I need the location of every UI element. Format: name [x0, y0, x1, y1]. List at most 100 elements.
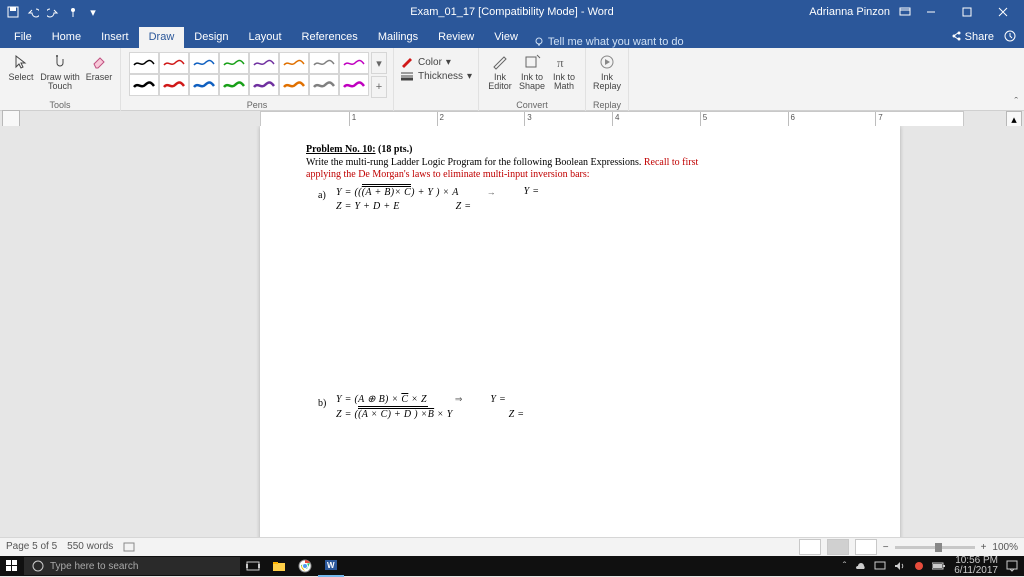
- pen-color-dropdown[interactable]: Color▾: [400, 56, 472, 68]
- select-tool[interactable]: Select: [6, 50, 36, 96]
- tab-review[interactable]: Review: [428, 27, 484, 48]
- pen-swatch[interactable]: [159, 74, 189, 96]
- pen-swatch[interactable]: [189, 74, 219, 96]
- redo-icon[interactable]: [46, 5, 60, 19]
- pen-swatch[interactable]: [309, 74, 339, 96]
- ink-to-shape-button[interactable]: Ink to Shape: [517, 50, 547, 96]
- pen-swatch[interactable]: [219, 74, 249, 96]
- maximize-button[interactable]: [950, 0, 984, 24]
- read-mode-view[interactable]: [799, 539, 821, 555]
- zoom-in-button[interactable]: +: [981, 542, 987, 553]
- zoom-slider[interactable]: [895, 546, 975, 549]
- pen-swatch[interactable]: [249, 52, 279, 74]
- pen-gallery[interactable]: [127, 50, 369, 100]
- problem-text-red-1: Recall to first: [641, 157, 698, 168]
- pen-swatch[interactable]: [219, 52, 249, 74]
- tray-network-icon[interactable]: [874, 561, 886, 571]
- pen-swatch[interactable]: [279, 74, 309, 96]
- tray-volume-icon[interactable]: [894, 561, 906, 571]
- tab-design[interactable]: Design: [184, 27, 238, 48]
- ruler-tick: 7: [875, 112, 876, 126]
- tab-insert[interactable]: Insert: [91, 27, 139, 48]
- ruler-tick: 3: [524, 112, 525, 126]
- ribbon: Select Draw with Touch Eraser Tools ▾ +: [0, 48, 1024, 111]
- collapse-ribbon-button[interactable]: ˆ: [1014, 96, 1018, 108]
- taskbar-app-explorer[interactable]: [266, 556, 292, 576]
- proofing-icon[interactable]: [123, 541, 135, 553]
- horizontal-ruler[interactable]: 1234567: [260, 111, 964, 127]
- share-button[interactable]: Share: [951, 30, 994, 43]
- tab-mailings[interactable]: Mailings: [368, 27, 428, 48]
- taskbar-app-chrome[interactable]: [292, 556, 318, 576]
- start-button[interactable]: [0, 556, 24, 576]
- print-layout-view[interactable]: [827, 539, 849, 555]
- pen-swatch[interactable]: [339, 74, 369, 96]
- taskbar-app-word[interactable]: W: [318, 555, 344, 577]
- tab-view[interactable]: View: [484, 27, 528, 48]
- part-a-z-result: Z =: [456, 201, 472, 214]
- tray-onedrive-icon[interactable]: [854, 561, 866, 571]
- tab-file[interactable]: File: [4, 27, 42, 48]
- minimize-button[interactable]: [914, 0, 948, 24]
- part-a-label: a): [318, 190, 326, 203]
- ruler-tick: 2: [437, 112, 438, 126]
- word-count[interactable]: 550 words: [67, 541, 113, 553]
- pen-swatch[interactable]: [129, 74, 159, 96]
- history-icon[interactable]: [1004, 30, 1016, 42]
- undo-icon[interactable]: [26, 5, 40, 19]
- autosave-icon[interactable]: [6, 5, 20, 19]
- taskbar-search[interactable]: Type here to search: [24, 557, 240, 575]
- part-b-label: b): [318, 398, 326, 411]
- ink-to-math-button[interactable]: π Ink to Math: [549, 50, 579, 96]
- ink-editor-button[interactable]: Ink Editor: [485, 50, 515, 96]
- tray-chevron-up-icon[interactable]: ˆ: [843, 561, 846, 572]
- touch-mode-icon[interactable]: [66, 5, 80, 19]
- close-button[interactable]: [986, 0, 1020, 24]
- tray-date: 6/11/2017: [954, 566, 998, 576]
- pen-swatch[interactable]: [309, 52, 339, 74]
- tray-battery-icon[interactable]: [932, 562, 946, 570]
- tell-me-search[interactable]: Tell me what you want to do: [534, 36, 684, 48]
- zoom-out-button[interactable]: −: [883, 542, 889, 553]
- document-area[interactable]: Problem No. 10: (18 pts.) Write the mult…: [0, 126, 1024, 538]
- tab-layout[interactable]: Layout: [239, 27, 292, 48]
- ribbon-options-icon[interactable]: [898, 5, 912, 19]
- ink-replay-button[interactable]: Ink Replay: [592, 50, 622, 96]
- problem-text-red-2: applying the De Morgan's laws to elimina…: [306, 169, 590, 180]
- page-content: Problem No. 10: (18 pts.) Write the mult…: [260, 126, 900, 446]
- pen-color-label: Color: [418, 57, 442, 68]
- tab-home[interactable]: Home: [42, 27, 91, 48]
- pen-swatch[interactable]: [279, 52, 309, 74]
- pen-gallery-more[interactable]: ▾: [371, 52, 387, 74]
- ribbon-group-convert: Ink Editor Ink to Shape π Ink to Math Co…: [479, 48, 586, 112]
- action-center-icon[interactable]: [1006, 560, 1018, 572]
- taskbar-search-placeholder: Type here to search: [50, 561, 138, 572]
- tray-clock[interactable]: 10:56 PM 6/11/2017: [954, 556, 998, 576]
- task-view-button[interactable]: [240, 556, 266, 576]
- account-name[interactable]: Adrianna Pinzon: [809, 6, 890, 18]
- tab-draw[interactable]: Draw: [139, 27, 185, 48]
- ribbon-group-penprops: Color▾ Thickness▾: [394, 48, 479, 112]
- chevron-down-icon: ▾: [467, 71, 472, 82]
- share-label: Share: [965, 31, 994, 43]
- tray-security-icon[interactable]: [914, 561, 924, 571]
- pen-swatch[interactable]: [339, 52, 369, 74]
- qat-dropdown-icon[interactable]: ▾: [86, 5, 100, 19]
- page-indicator[interactable]: Page 5 of 5: [6, 541, 57, 553]
- tab-references[interactable]: References: [292, 27, 368, 48]
- scroll-up-button[interactable]: ▴: [1006, 111, 1022, 127]
- pen-swatch[interactable]: [189, 52, 219, 74]
- web-layout-view[interactable]: [855, 539, 877, 555]
- part-b-y-eq: Y = (A ⊕ B) × C × Z: [336, 394, 427, 407]
- ink-to-shape-icon: [522, 52, 542, 72]
- pen-thickness-dropdown[interactable]: Thickness▾: [400, 70, 472, 82]
- add-pen-button[interactable]: +: [371, 76, 387, 98]
- draw-touch-tool[interactable]: Draw with Touch: [38, 50, 82, 96]
- zoom-level[interactable]: 100%: [992, 542, 1018, 553]
- eraser-tool[interactable]: Eraser: [84, 50, 114, 96]
- pen-swatch[interactable]: [159, 52, 189, 74]
- ribbon-group-tools: Select Draw with Touch Eraser Tools: [0, 48, 121, 112]
- pen-swatch[interactable]: [249, 74, 279, 96]
- pen-swatch[interactable]: [129, 52, 159, 74]
- part-a-z-eq: Z = Y + D + E: [336, 201, 400, 214]
